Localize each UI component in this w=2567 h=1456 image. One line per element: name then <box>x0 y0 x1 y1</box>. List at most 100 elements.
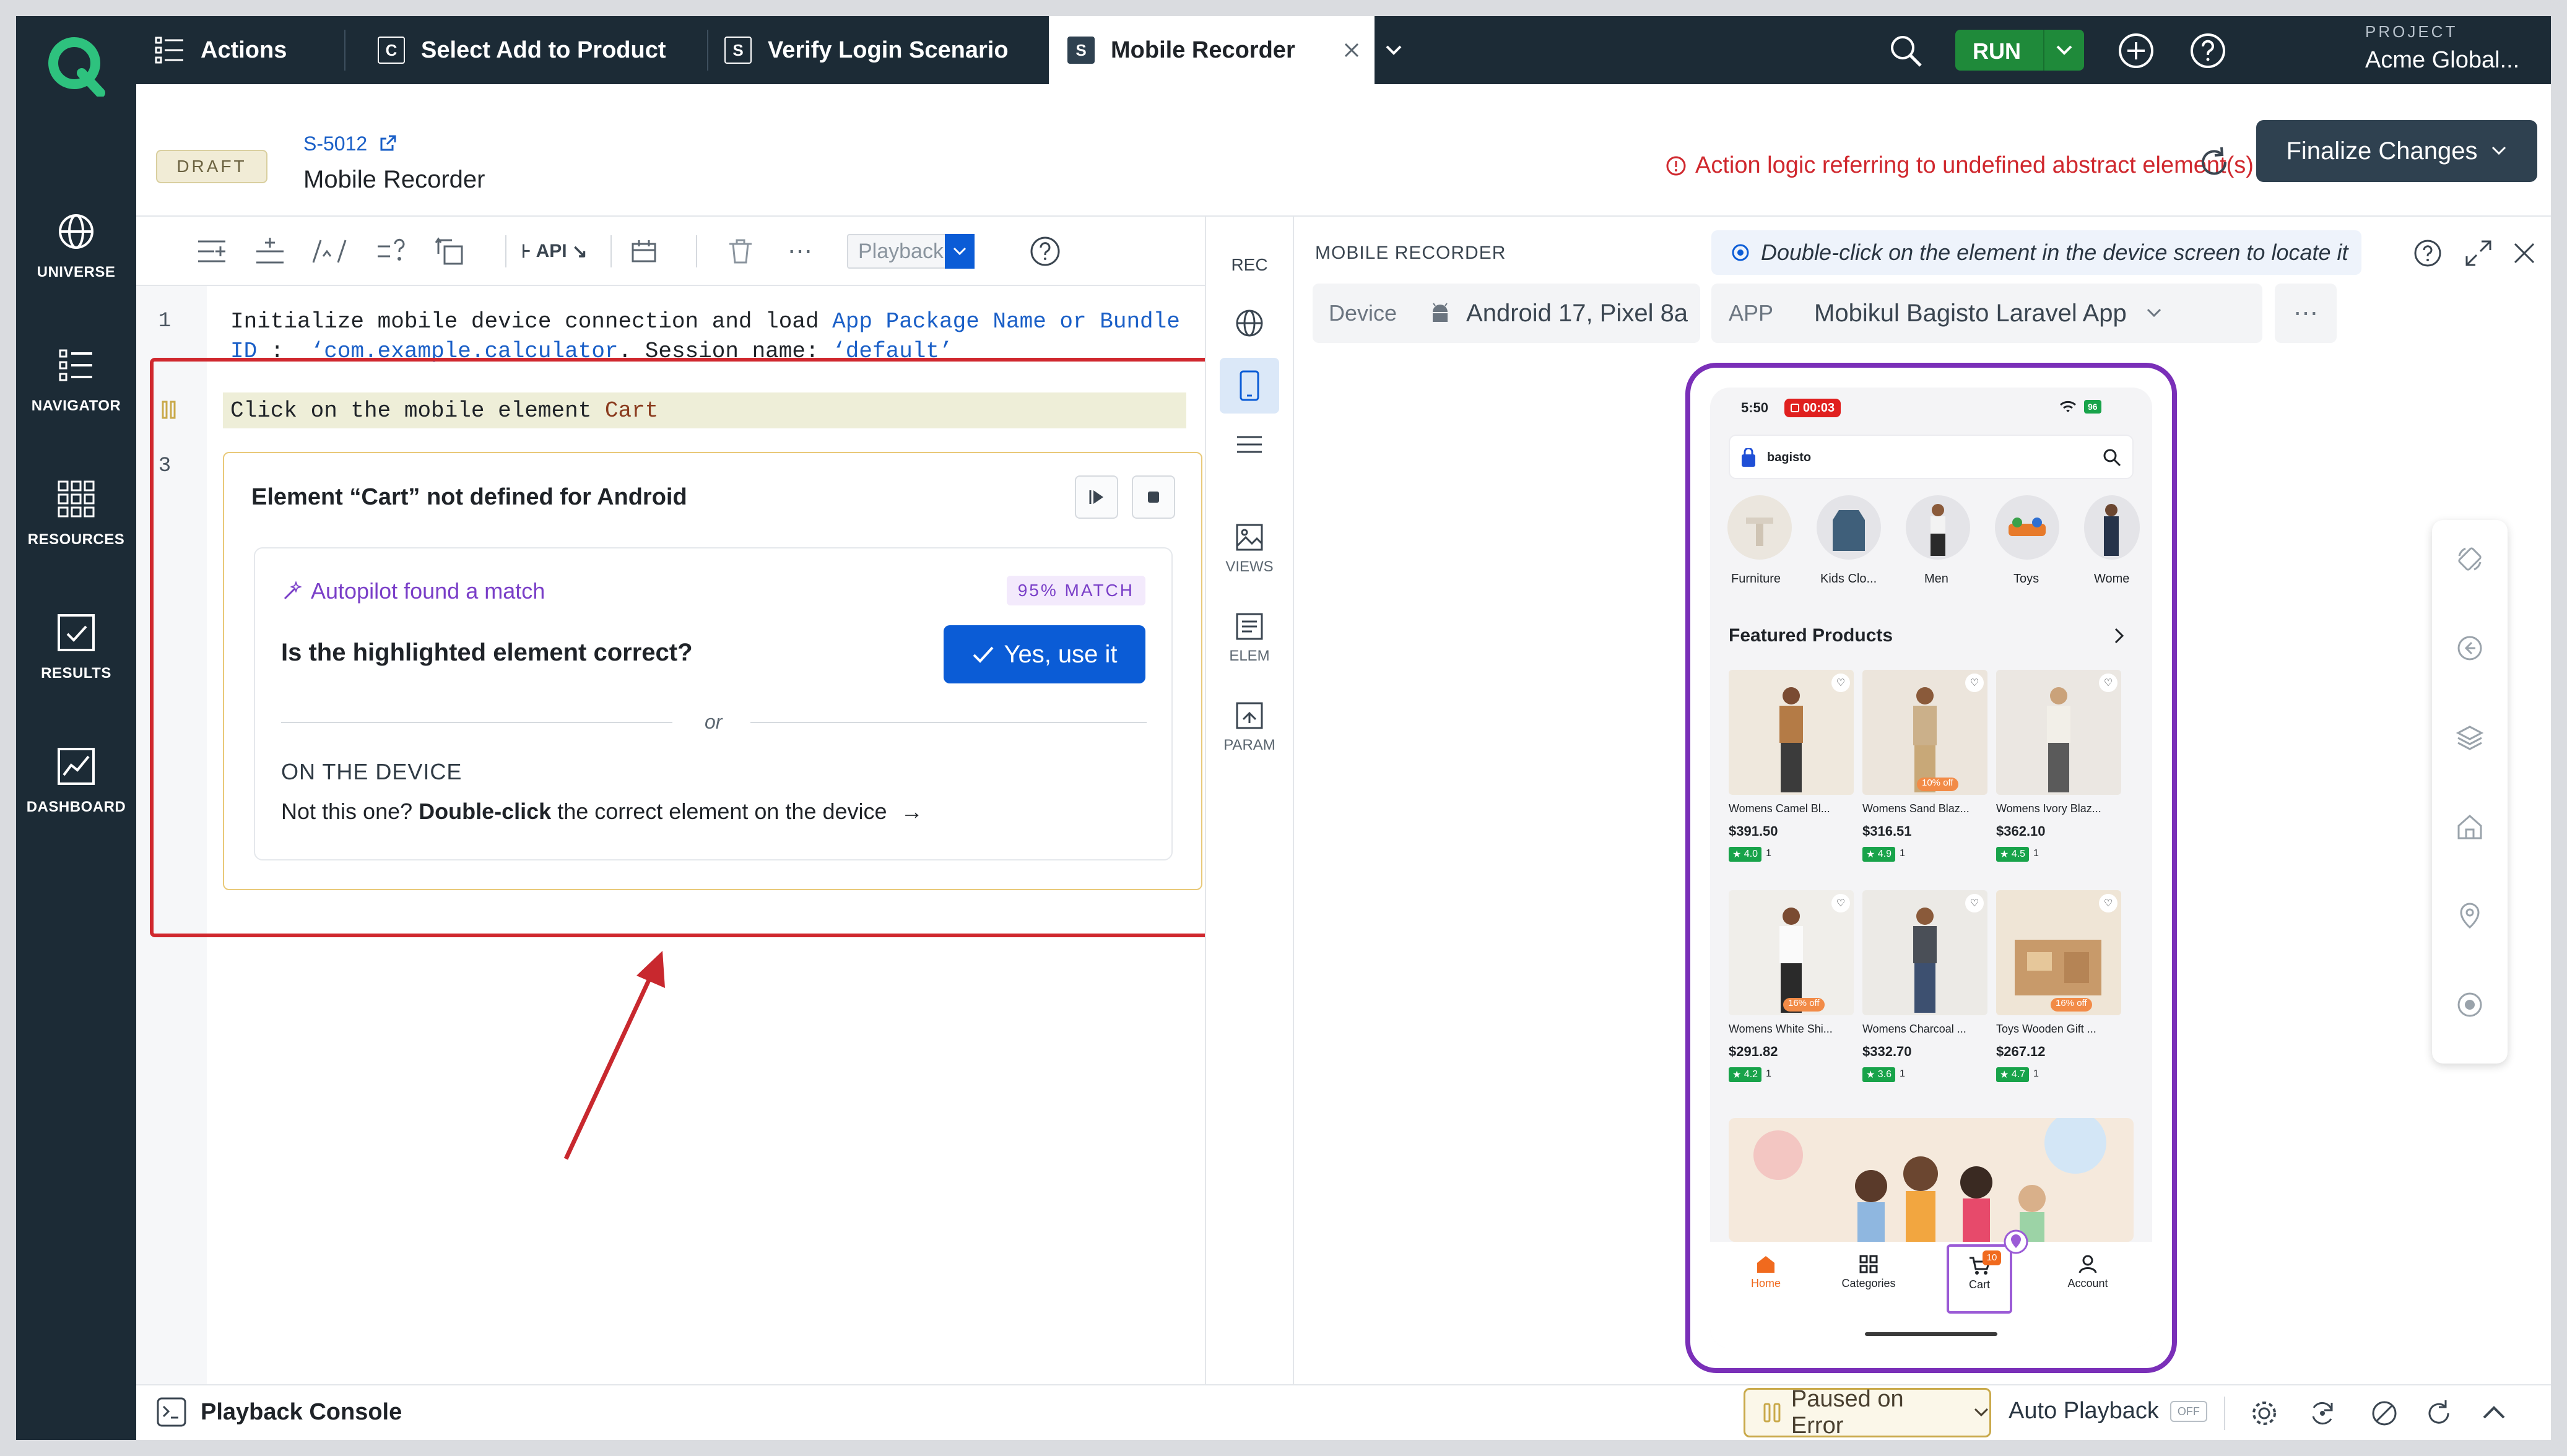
project-name[interactable]: Acme Global... <box>2365 47 2519 74</box>
tab-mobile-recorder[interactable]: S Mobile Recorder <box>1049 16 1375 84</box>
toggle-comment-icon[interactable] <box>307 235 352 267</box>
record-icon[interactable] <box>2456 990 2484 1019</box>
add-step-below-icon[interactable] <box>254 235 286 267</box>
run-button[interactable]: RUN <box>1955 30 2084 71</box>
scenario-id-link[interactable]: S-5012 <box>303 132 397 155</box>
category-toys[interactable] <box>1995 495 2059 560</box>
help-icon[interactable] <box>2189 32 2226 69</box>
chevron-up-icon[interactable] <box>2480 1400 2508 1425</box>
nav-account[interactable]: Account <box>2051 1254 2125 1290</box>
add-circle-icon[interactable] <box>2117 32 2155 69</box>
help-icon[interactable] <box>1029 235 1061 267</box>
rating-badge: ★ 4.0 <box>1729 847 1762 862</box>
wishlist-heart-icon[interactable]: ♡ <box>2099 894 2117 912</box>
refresh-icon[interactable] <box>2197 145 2231 180</box>
divider <box>2224 1397 2225 1430</box>
wishlist-heart-icon[interactable]: ♡ <box>1831 894 1850 912</box>
nav-navigator[interactable]: NAVIGATOR <box>16 345 136 415</box>
nav-categories[interactable]: Categories <box>1831 1254 1906 1290</box>
search-icon[interactable] <box>1888 33 1923 68</box>
refresh-icon[interactable] <box>2423 1398 2454 1429</box>
api-button[interactable]: ⊦ API ↘ <box>521 235 588 267</box>
more-icon[interactable]: ⋯ <box>788 235 812 267</box>
category-men[interactable] <box>1906 495 1970 560</box>
tab-actions[interactable]: Actions <box>155 16 287 84</box>
category-women[interactable] <box>2084 495 2140 560</box>
tab-verify-login-scenario[interactable]: S Verify Login Scenario <box>724 16 1009 84</box>
paused-on-error-dropdown[interactable]: Paused on Error <box>1744 1386 1991 1439</box>
tab-select-add-to-product[interactable]: C Select Add to Product <box>378 16 666 84</box>
product-name: Womens Sand Blaz... <box>1862 802 1970 815</box>
hint-text: Double-click on the element in the devic… <box>1761 240 2348 265</box>
close-icon[interactable] <box>2511 240 2537 266</box>
globe-icon[interactable] <box>1233 307 1266 339</box>
home-indicator[interactable] <box>1865 1332 1997 1336</box>
rating-value: 4.9 <box>1877 849 1892 859</box>
image-icon[interactable] <box>1235 522 1264 552</box>
disable-icon[interactable] <box>2369 1398 2400 1429</box>
insert-step-icon[interactable] <box>196 235 228 267</box>
device-screen[interactable]: 5:50 00:03 96 bagisto Furniture Kids Clo… <box>1710 388 2152 1348</box>
rotate-icon[interactable] <box>2456 545 2484 573</box>
wishlist-heart-icon[interactable]: ♡ <box>1965 674 1984 692</box>
product-price: $332.70 <box>1862 1044 1912 1059</box>
playback-select[interactable]: Playback <box>847 234 975 269</box>
wishlist-heart-icon[interactable]: ♡ <box>1831 674 1850 692</box>
product-price: $362.10 <box>1996 823 2046 839</box>
promo-banner[interactable] <box>1729 1118 2134 1242</box>
close-icon[interactable] <box>1344 42 1360 58</box>
product-name: Toys Wooden Gift ... <box>1996 1023 2096 1035</box>
off-switch[interactable]: OFF <box>2170 1400 2207 1422</box>
more-options-button[interactable]: ⋯ <box>2275 284 2337 343</box>
conditional-icon[interactable] <box>375 235 407 267</box>
location-pin-icon[interactable] <box>2456 901 2484 930</box>
product-name: Womens Ivory Blaz... <box>1996 802 2101 815</box>
location-pin-icon <box>2004 1229 2028 1254</box>
device-selector[interactable]: Device Android 17, Pixel 8a <box>1313 284 1700 343</box>
nav-home[interactable]: Home <box>1735 1254 1797 1290</box>
delete-icon[interactable] <box>724 235 757 267</box>
run-dropdown[interactable] <box>2043 30 2084 71</box>
expand-icon[interactable] <box>2463 238 2494 269</box>
search-icon <box>2103 449 2121 467</box>
category-kids-clothing[interactable] <box>1817 495 1881 560</box>
discount-badge: 16% off <box>1783 998 1825 1012</box>
chevron-down-icon[interactable] <box>1384 43 1403 57</box>
app-selector[interactable]: APP Mobikul Bagisto Laravel App <box>1711 284 2262 343</box>
bottom-bar: Playback Console Paused on Error Auto Pl… <box>136 1384 2551 1440</box>
home-icon[interactable] <box>2456 812 2484 841</box>
nav-dashboard[interactable]: DASHBOARD <box>16 747 136 816</box>
calendar-icon[interactable] <box>628 235 660 267</box>
tab-label: Select Add to Product <box>421 37 666 63</box>
nav-results[interactable]: RESULTS <box>16 613 136 682</box>
error-message[interactable]: Action logic referring to undefined abst… <box>1666 152 2254 179</box>
nav-label: RESULTS <box>41 665 111 682</box>
switch-context-icon[interactable] <box>433 235 466 267</box>
wishlist-heart-icon[interactable]: ♡ <box>2099 674 2117 692</box>
finalize-changes-button[interactable]: Finalize Changes <box>2256 120 2537 182</box>
app-search-bar[interactable]: bagisto <box>1729 435 2134 479</box>
mobile-mode-button[interactable] <box>1220 358 1279 414</box>
wishlist-heart-icon[interactable]: ♡ <box>1965 894 1984 912</box>
category-furniture[interactable] <box>1727 495 1792 560</box>
chevron-right-icon[interactable] <box>2113 626 2126 645</box>
back-icon[interactable] <box>2456 634 2484 662</box>
nav-resources[interactable]: RESOURCES <box>16 479 136 548</box>
chart-icon <box>58 748 95 785</box>
gear-icon[interactable] <box>2249 1398 2280 1429</box>
code-keyword[interactable]: App Package Name or Bundle <box>832 309 1180 334</box>
nav-universe[interactable]: UNIVERSE <box>16 212 136 281</box>
rating-value: 4.0 <box>1744 849 1758 859</box>
help-icon[interactable] <box>2412 238 2443 269</box>
grid-icon <box>1859 1255 1878 1273</box>
parameter-icon[interactable] <box>1235 701 1264 730</box>
person-icon <box>1931 504 1945 556</box>
menu-icon[interactable] <box>1235 432 1264 457</box>
rating-count: 1 <box>2033 848 2039 859</box>
sync-icon[interactable] <box>2307 1398 2338 1429</box>
playback-console-toggle[interactable]: Playback Console <box>156 1397 402 1428</box>
element-icon[interactable] <box>1235 612 1264 641</box>
layers-icon[interactable] <box>2456 723 2484 752</box>
auto-playback-toggle[interactable]: Auto Playback OFF <box>2009 1398 2207 1424</box>
rating-count: 1 <box>1766 1068 1771 1079</box>
